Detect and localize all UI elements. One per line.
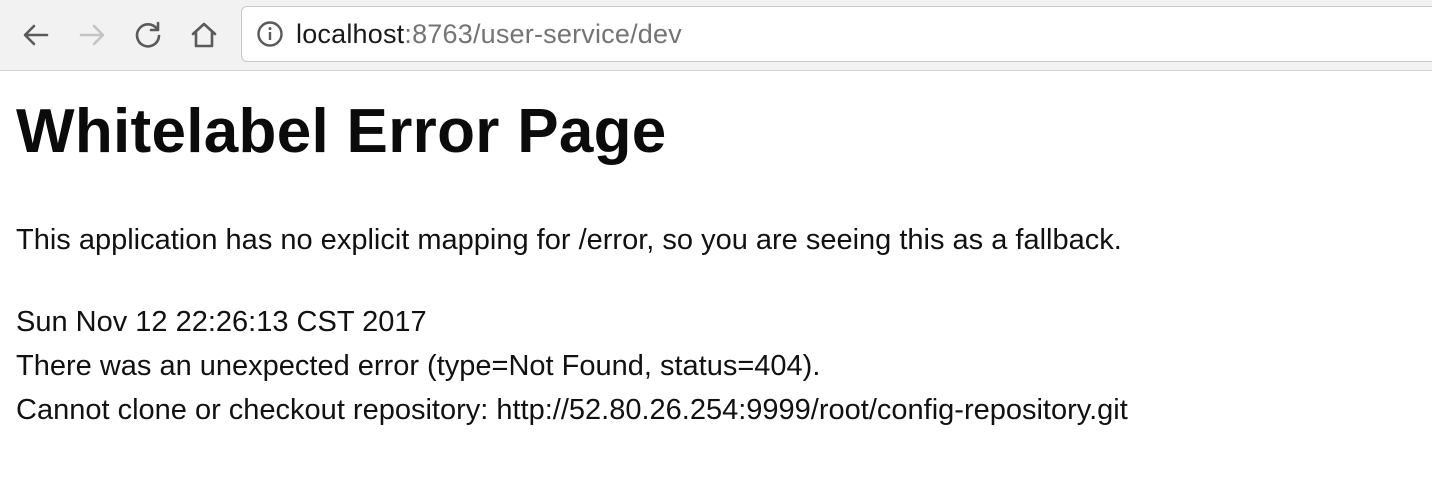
back-button[interactable] (14, 13, 58, 57)
url-host: localhost (296, 18, 405, 49)
fallback-message: This application has no explicit mapping… (16, 224, 1122, 256)
info-icon[interactable] (256, 20, 284, 48)
error-detail-message: Cannot clone or checkout repository: htt… (16, 394, 1128, 426)
address-bar[interactable]: localhost:8763/user-service/dev (241, 6, 1432, 62)
page-title: Whitelabel Error Page (16, 97, 667, 166)
home-icon (189, 20, 219, 50)
url-path: :8763/user-service/dev (404, 18, 682, 49)
back-arrow-icon (21, 20, 51, 50)
reload-icon (133, 20, 163, 50)
error-details: Sun Nov 12 22:26:13 CST 2017 There was a… (16, 300, 1128, 432)
error-type-status: There was an unexpected error (type=Not … (16, 350, 821, 382)
home-button[interactable] (182, 13, 226, 57)
forward-button[interactable] (70, 13, 114, 57)
url-text[interactable]: localhost:8763/user-service/dev (296, 19, 682, 50)
reload-button[interactable] (126, 13, 170, 57)
forward-arrow-icon (77, 20, 107, 50)
error-timestamp: Sun Nov 12 22:26:13 CST 2017 (16, 306, 427, 338)
browser-toolbar: localhost:8763/user-service/dev (0, 0, 1432, 71)
